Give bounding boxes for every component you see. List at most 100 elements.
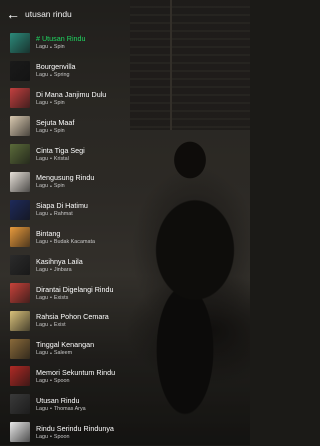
song-title: Sejuta Maaf: [36, 117, 75, 127]
song-row[interactable]: # Utusan Rindu Lagu • Spin: [0, 29, 250, 57]
song-title: Kasihnya Laila: [36, 256, 83, 266]
album-art-thumbnail: [10, 310, 30, 331]
album-art-thumbnail: [10, 32, 30, 53]
item-type-label: Lagu: [36, 99, 48, 106]
back-arrow-icon[interactable]: ←: [5, 6, 21, 22]
artist-name: Spin: [53, 44, 65, 51]
song-title: Mengusung Rindu: [36, 173, 95, 183]
album-art-thumbnail: [10, 144, 30, 165]
song-subtitle: Lagu • Spin: [36, 100, 106, 107]
song-title: Rahsia Pohon Cemara: [36, 312, 109, 322]
song-subtitle: Lagu • Exist: [36, 322, 109, 329]
song-row[interactable]: Memori Sekuntum Rindu Lagu • Spoon: [0, 363, 250, 391]
artist-name: Spin: [53, 127, 65, 134]
song-list: # Utusan Rindu Lagu • Spin Bourgenvilla Lagu •…: [0, 29, 250, 446]
song-title: Siapa Di Hatimu: [36, 201, 88, 211]
song-title: Cinta Tiga Segi: [36, 145, 85, 155]
artist-name: Spoon: [53, 377, 70, 384]
separator-dot: •: [50, 128, 52, 135]
song-meta: Bourgenvilla Lagu • Spring: [36, 62, 76, 79]
song-meta: Memori Sekuntum Rindu Lagu • Spoon: [36, 368, 115, 385]
artist-name: Budak Kacamata: [53, 238, 95, 245]
song-row[interactable]: Dirantai Digelangi Rindu Lagu • Exists: [0, 279, 250, 307]
header-bar: ← utusan rindu: [0, 0, 250, 27]
artist-name: Kristal: [53, 155, 69, 162]
separator-dot: •: [50, 406, 52, 413]
song-subtitle: Lagu • Exists: [36, 295, 114, 302]
album-art-thumbnail: [10, 199, 30, 220]
song-title: Dirantai Digelangi Rindu: [36, 284, 114, 294]
artist-name: Spring: [53, 72, 70, 79]
item-type-label: Lagu: [36, 183, 48, 190]
song-subtitle: Lagu • Thomas Arya: [36, 406, 86, 413]
item-type-label: Lagu: [36, 294, 48, 301]
song-row[interactable]: Tinggal Kenangan Lagu • Saleem: [0, 335, 250, 363]
artist-name: Saleem: [53, 350, 73, 357]
song-row[interactable]: Utusan Rindu Lagu • Thomas Arya: [0, 390, 250, 418]
album-art-thumbnail: [10, 283, 30, 304]
separator-dot: •: [50, 239, 52, 246]
song-meta: Sejuta Maaf Lagu • Spin: [36, 118, 74, 135]
song-row[interactable]: Di Mana Janjimu Dulu Lagu • Spin: [0, 85, 250, 113]
search-query-title: utusan rindu: [25, 8, 72, 19]
song-subtitle: Lagu • Spring: [36, 72, 76, 79]
separator-dot: •: [50, 211, 52, 218]
song-subtitle: Lagu • Jinbara: [36, 267, 83, 274]
song-row[interactable]: Sejuta Maaf Lagu • Spin: [0, 112, 250, 140]
song-row[interactable]: Rahsia Pohon Cemara Lagu • Exist: [0, 307, 250, 335]
song-subtitle: Lagu • Spin: [36, 183, 94, 190]
song-title: Utusan Rindu: [36, 395, 80, 405]
song-subtitle: Lagu • Budak Kacamata: [36, 239, 95, 246]
album-art-thumbnail: [10, 88, 30, 109]
song-title: Di Mana Janjimu Dulu: [36, 89, 107, 99]
album-art-thumbnail: [10, 422, 30, 443]
artist-name: Spoon: [53, 433, 70, 440]
song-row[interactable]: Cinta Tiga Segi Lagu • Kristal: [0, 140, 250, 168]
album-art-thumbnail: [10, 171, 30, 192]
song-row[interactable]: Rindu Serindu Rindunya Lagu • Spoon: [0, 418, 250, 446]
separator-dot: •: [50, 267, 52, 274]
album-art-thumbnail: [10, 116, 30, 137]
separator-dot: •: [50, 156, 52, 163]
separator-dot: •: [50, 44, 52, 51]
song-row[interactable]: Bourgenvilla Lagu • Spring: [0, 57, 250, 85]
album-art-thumbnail: [10, 60, 30, 81]
song-subtitle: Lagu • Spoon: [36, 434, 114, 441]
artist-name: Exists: [53, 294, 69, 301]
artist-name: Jinbara: [53, 266, 72, 273]
song-row[interactable]: Mengusung Rindu Lagu • Spin: [0, 168, 250, 196]
song-row[interactable]: Kasihnya Laila Lagu • Jinbara: [0, 251, 250, 279]
song-subtitle: Lagu • Kristal: [36, 156, 85, 163]
artist-name: Spin: [53, 183, 65, 190]
song-meta: Rindu Serindu Rindunya Lagu • Spoon: [36, 424, 114, 441]
song-meta: Kasihnya Laila Lagu • Jinbara: [36, 257, 83, 274]
song-row[interactable]: Bintang Lagu • Budak Kacamata: [0, 224, 250, 252]
song-subtitle: Lagu • Spoon: [36, 378, 115, 385]
artist-name: Exist: [53, 322, 66, 329]
song-meta: Cinta Tiga Segi Lagu • Kristal: [36, 146, 85, 163]
album-art-thumbnail: [10, 255, 30, 276]
separator-dot: •: [50, 295, 52, 302]
album-art-thumbnail: [10, 227, 30, 248]
item-type-label: Lagu: [36, 433, 48, 440]
item-type-label: Lagu: [36, 127, 48, 134]
item-type-label: Lagu: [36, 266, 48, 273]
song-title: # Utusan Rindu: [36, 34, 86, 44]
song-subtitle: Lagu • Saleem: [36, 350, 94, 357]
song-meta: # Utusan Rindu Lagu • Spin: [36, 34, 86, 51]
item-type-label: Lagu: [36, 238, 48, 245]
item-type-label: Lagu: [36, 72, 48, 79]
song-subtitle: Lagu • Spin: [36, 44, 86, 51]
item-type-label: Lagu: [36, 155, 48, 162]
song-meta: Siapa Di Hatimu Lagu • Rahmat: [36, 201, 88, 218]
song-subtitle: Lagu • Rahmat: [36, 211, 88, 218]
separator-dot: •: [50, 378, 52, 385]
song-meta: Bintang Lagu • Budak Kacamata: [36, 229, 95, 246]
item-type-label: Lagu: [36, 44, 48, 51]
song-row[interactable]: Siapa Di Hatimu Lagu • Rahmat: [0, 196, 250, 224]
item-type-label: Lagu: [36, 377, 48, 384]
song-meta: Dirantai Digelangi Rindu Lagu • Exists: [36, 285, 114, 302]
artist-name: Spin: [53, 99, 65, 106]
song-meta: Di Mana Janjimu Dulu Lagu • Spin: [36, 90, 106, 107]
album-art-thumbnail: [10, 366, 30, 387]
